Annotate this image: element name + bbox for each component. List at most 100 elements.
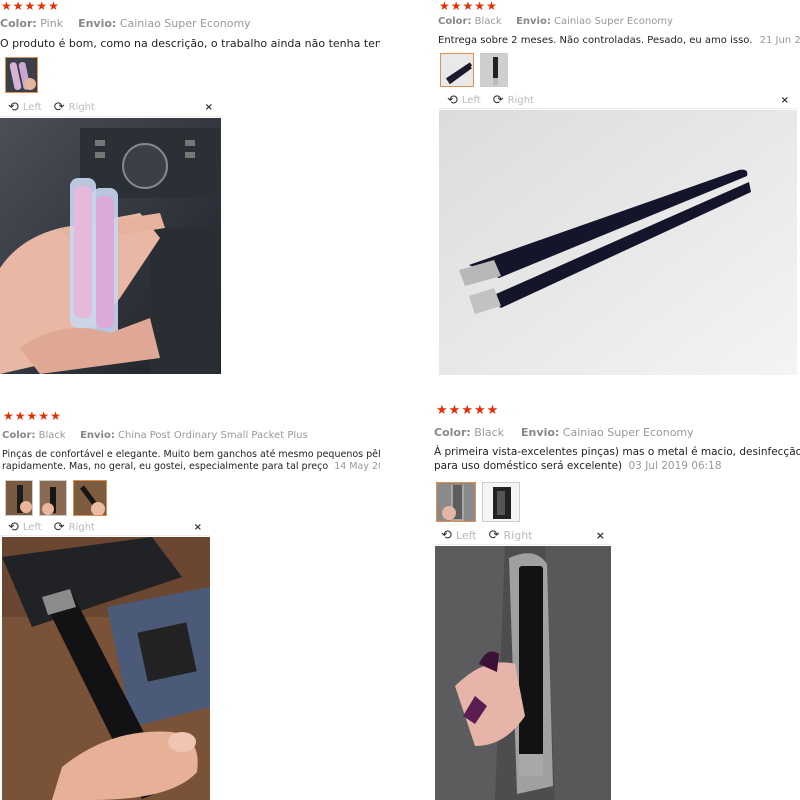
shipping-label: Envio: bbox=[78, 17, 117, 30]
shipping-label: Envio: bbox=[80, 430, 115, 441]
rotate-right-icon: ⟳ bbox=[53, 519, 65, 535]
review-photo-thumbnail[interactable] bbox=[39, 480, 67, 516]
star-icon: ★ bbox=[24, 0, 36, 13]
review-photo-thumbnail[interactable] bbox=[5, 57, 38, 93]
review-text: O produto é bom, como na descrição, o tr… bbox=[0, 37, 380, 50]
color-label: Color: bbox=[434, 426, 471, 439]
rotate-left-icon: ⟲ bbox=[441, 528, 452, 543]
star-icon: ★ bbox=[474, 0, 486, 13]
star-icon: ★ bbox=[473, 404, 486, 418]
review-text: Entrega sobre 2 meses. Não controladas. … bbox=[438, 35, 800, 46]
black-tweezers-thumb bbox=[441, 54, 473, 86]
image-viewer-toolbar: ⟲ Left ⟳ Right × bbox=[0, 99, 221, 117]
review-photo-thumbnail[interactable] bbox=[480, 53, 508, 87]
review-photo-thumbnail[interactable] bbox=[482, 482, 520, 522]
rotate-left-icon: ⟲ bbox=[8, 100, 19, 115]
tweezers-thumb bbox=[437, 483, 475, 521]
rotate-left-button[interactable]: ⟲ Left bbox=[8, 521, 42, 534]
star-icon: ★ bbox=[3, 410, 14, 423]
review-photo-large bbox=[0, 118, 221, 374]
tweezers-thumb bbox=[40, 481, 66, 515]
color-value: Pink bbox=[40, 17, 64, 30]
color-label: Color: bbox=[2, 430, 36, 441]
star-icon: ★ bbox=[50, 410, 61, 423]
review-photo-thumbnail[interactable] bbox=[5, 480, 33, 516]
rotate-right-button[interactable]: ⟳ Right bbox=[493, 94, 534, 107]
review-card: ★ ★ ★ ★ ★ Color: Black Envio: China Post Ord… bbox=[0, 410, 380, 800]
close-viewer-button[interactable]: × bbox=[205, 102, 213, 113]
tweezers-thumb bbox=[6, 481, 32, 515]
rotate-left-icon: ⟲ bbox=[447, 92, 458, 108]
star-icon: ★ bbox=[450, 0, 462, 13]
color-value: Black bbox=[38, 430, 66, 441]
rotate-left-icon: ⟲ bbox=[8, 519, 19, 535]
review-photo-thumbnail[interactable] bbox=[436, 482, 476, 522]
star-rating: ★ ★ ★ ★ ★ bbox=[436, 404, 498, 417]
review-meta: Color: Black Envio: Cainiao Super Econom… bbox=[438, 16, 673, 27]
black-tweezers-thumb bbox=[481, 54, 507, 86]
star-icon: ★ bbox=[436, 404, 448, 418]
shipping-value: Cainiao Super Economy bbox=[554, 16, 673, 27]
review-timestamp: 03 Jul 2019 06:18 bbox=[628, 460, 722, 472]
star-rating: ★ ★ ★ ★ ★ bbox=[1, 0, 59, 12]
shipping-value: Cainiao Super Economy bbox=[562, 426, 694, 439]
pink-tweezers-thumb bbox=[6, 58, 37, 92]
star-icon: ★ bbox=[439, 0, 450, 13]
review-timestamp: 14 May 2019 0 bbox=[334, 461, 380, 472]
close-viewer-button[interactable]: × bbox=[194, 522, 202, 533]
color-value: Black bbox=[474, 16, 502, 27]
review-meta: Color: Black Envio: China Post Ordinary … bbox=[2, 430, 308, 441]
star-rating: ★ ★ ★ ★ ★ bbox=[439, 0, 497, 12]
rotate-right-button[interactable]: ⟳ Right bbox=[489, 529, 533, 542]
review-card: ★ ★ ★ ★ ★ Color: Black Envio: Cainiao Super … bbox=[436, 0, 800, 380]
shipping-value: China Post Ordinary Small Packet Plus bbox=[118, 430, 308, 441]
star-icon: ★ bbox=[38, 410, 50, 423]
review-photo-large bbox=[439, 110, 797, 375]
close-viewer-button[interactable]: × bbox=[596, 529, 605, 542]
shipping-label: Envio: bbox=[521, 426, 560, 439]
rotate-left-button[interactable]: ⟲ Left bbox=[447, 94, 481, 107]
review-text: Pinças de confortável e elegante. Muito … bbox=[2, 449, 380, 460]
tweezers-thumb bbox=[483, 483, 519, 521]
color-label: Color: bbox=[0, 17, 37, 30]
color-label: Color: bbox=[438, 16, 472, 27]
shipping-value: Cainiao Super Economy bbox=[119, 17, 251, 30]
review-text-line2: rapidamente. Mas, no geral, eu gostei, e… bbox=[2, 461, 380, 472]
star-icon: ★ bbox=[12, 0, 24, 13]
star-icon: ★ bbox=[48, 0, 59, 13]
star-icon: ★ bbox=[448, 404, 461, 418]
image-viewer-toolbar: ⟲ Left ⟳ Right × bbox=[439, 92, 797, 109]
rotate-right-button[interactable]: ⟳ Right bbox=[54, 101, 95, 114]
rotate-left-button[interactable]: ⟲ Left bbox=[441, 529, 477, 542]
star-icon: ★ bbox=[461, 404, 473, 418]
image-viewer-toolbar: ⟲ Left ⟳ Right × bbox=[435, 527, 611, 545]
review-timestamp: 21 Jun 2019 08:51 bbox=[759, 35, 800, 46]
review-card: ★ ★ ★ ★ ★ Color: Black Envio: Cainiao Super … bbox=[432, 404, 800, 800]
star-icon: ★ bbox=[1, 0, 12, 13]
review-photo-thumbnail[interactable] bbox=[440, 53, 474, 87]
star-icon: ★ bbox=[486, 0, 497, 13]
review-meta: Color: Pink Envio: Cainiao Super Economy bbox=[0, 17, 251, 30]
review-photo-thumbnail[interactable] bbox=[73, 480, 107, 516]
rotate-right-button[interactable]: ⟳ Right bbox=[54, 521, 95, 534]
rotate-left-button[interactable]: ⟲ Left bbox=[8, 101, 42, 114]
review-photo-large bbox=[2, 537, 210, 800]
review-text: À primeira vista-excelentes pinças) mas … bbox=[434, 446, 800, 458]
rotate-right-icon: ⟳ bbox=[492, 92, 504, 108]
shipping-label: Envio: bbox=[516, 16, 551, 27]
review-card: ★ ★ ★ ★ ★ Color: Pink Envio: Cainiao Super E… bbox=[0, 0, 380, 380]
close-viewer-button[interactable]: × bbox=[781, 95, 789, 106]
review-text-line2: para uso doméstico será excelente) 03 Ju… bbox=[434, 460, 722, 472]
review-photo-large bbox=[435, 546, 611, 800]
star-icon: ★ bbox=[462, 0, 474, 13]
star-icon: ★ bbox=[486, 404, 499, 418]
rotate-right-icon: ⟳ bbox=[53, 100, 65, 115]
image-viewer-toolbar: ⟲ Left ⟳ Right × bbox=[0, 519, 210, 536]
review-meta: Color: Black Envio: Cainiao Super Econom… bbox=[434, 426, 694, 439]
star-icon: ★ bbox=[14, 410, 26, 423]
star-icon: ★ bbox=[36, 0, 48, 13]
color-value: Black bbox=[474, 426, 505, 439]
star-icon: ★ bbox=[26, 410, 38, 423]
star-rating: ★ ★ ★ ★ ★ bbox=[3, 410, 61, 422]
tweezers-thumb bbox=[74, 481, 106, 515]
